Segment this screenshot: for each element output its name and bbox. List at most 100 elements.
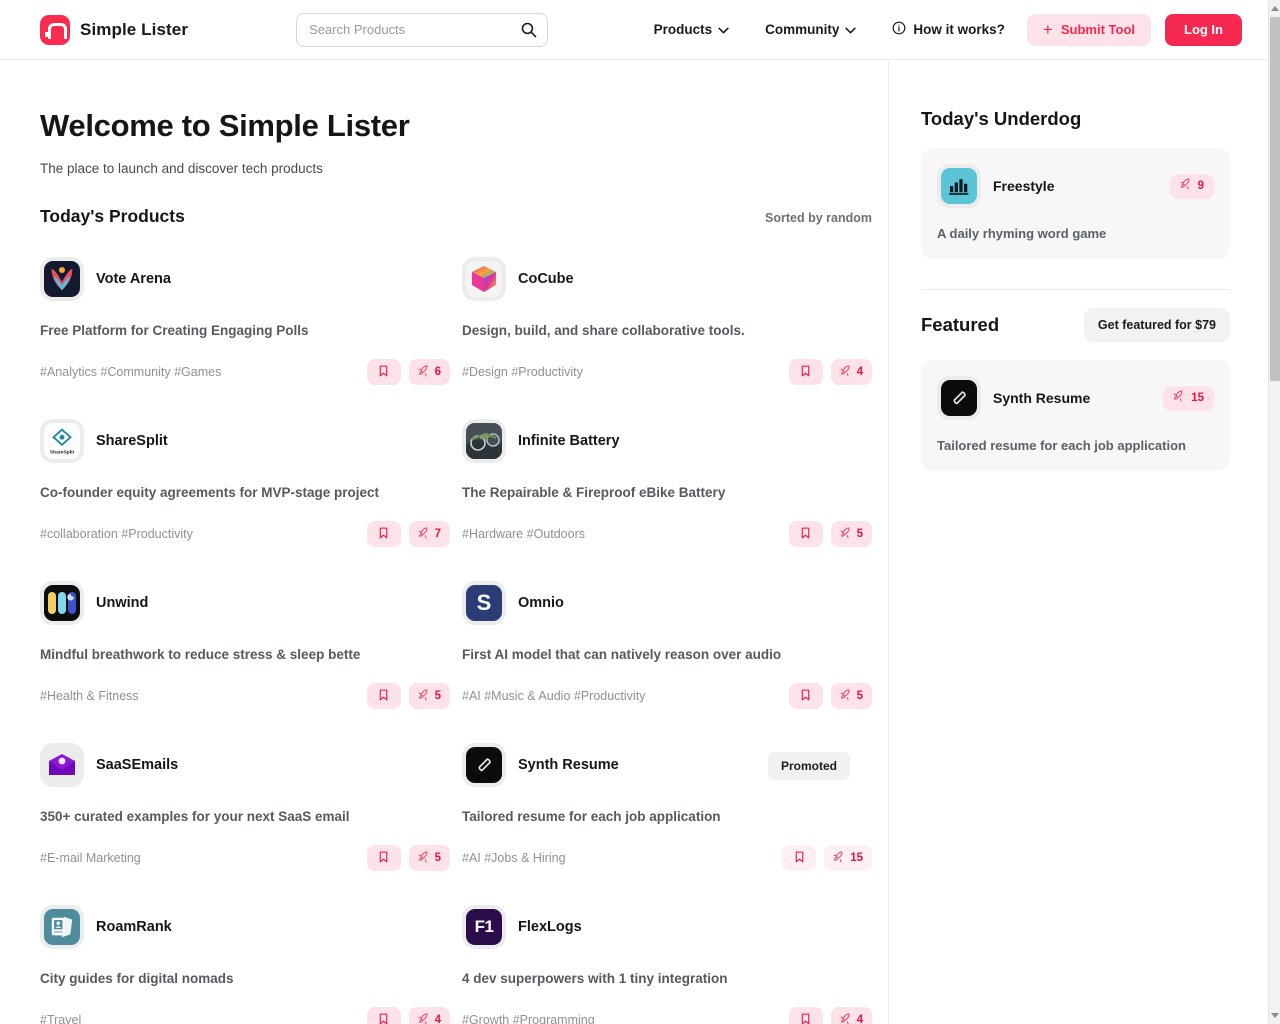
bookmark-button[interactable] bbox=[366, 845, 401, 871]
product-tags: #AI #Music & Audio #Productivity bbox=[462, 689, 646, 703]
product-name: Synth Resume bbox=[518, 757, 619, 773]
sort-label[interactable]: Sorted by random bbox=[765, 211, 872, 225]
product-actions: 5 bbox=[788, 521, 872, 547]
search-box[interactable] bbox=[296, 12, 549, 47]
nav-how-it-works[interactable]: How it works? bbox=[874, 21, 1027, 38]
upvote-count: 4 bbox=[856, 366, 863, 378]
upvote-button[interactable]: 4 bbox=[408, 1007, 450, 1024]
upvote-count: 15 bbox=[850, 852, 863, 864]
product-card-footer: #AI #Jobs & Hiring 15 bbox=[462, 845, 872, 871]
featured-card[interactable]: Synth Resume 15 Tailored resume for each… bbox=[921, 360, 1230, 471]
synth-resume-icon bbox=[462, 743, 506, 787]
product-card-header: Unwind bbox=[40, 581, 450, 625]
page-body: Welcome to Simple Lister The place to la… bbox=[0, 60, 1270, 1024]
product-card-footer: #collaboration #Productivity 7 bbox=[40, 521, 450, 547]
bookmark-icon bbox=[377, 1012, 390, 1024]
bookmark-button[interactable] bbox=[366, 1007, 401, 1024]
submit-tool-label: Submit Tool bbox=[1060, 22, 1135, 37]
product-tagline: 350+ curated examples for your next SaaS… bbox=[40, 809, 350, 824]
scroll-down-arrow-icon[interactable] bbox=[1271, 1013, 1279, 1018]
brand-logo[interactable]: Simple Lister bbox=[40, 14, 188, 45]
bookmark-button[interactable] bbox=[366, 359, 401, 385]
page-title: Welcome to Simple Lister bbox=[40, 108, 410, 143]
search-icon[interactable] bbox=[520, 21, 537, 38]
upvote-button[interactable]: 5 bbox=[830, 683, 872, 709]
upvote-button[interactable]: 5 bbox=[408, 683, 450, 709]
upvote-button[interactable]: 15 bbox=[824, 845, 872, 871]
search-input[interactable] bbox=[309, 22, 521, 37]
omnio-icon: S bbox=[462, 581, 506, 625]
product-card[interactable]: Vote Arena Free Platform for Creating En… bbox=[40, 245, 450, 407]
product-card-header: ShareSplit ShareSplit bbox=[40, 419, 450, 463]
product-name: RoamRank bbox=[96, 919, 172, 935]
product-card[interactable]: S Omnio First AI model that can natively… bbox=[462, 569, 872, 731]
vote-arena-icon bbox=[40, 257, 84, 301]
upvote-button[interactable]: 4 bbox=[830, 359, 872, 385]
sharesplit-icon: ShareSplit bbox=[40, 419, 84, 463]
saasemails-icon bbox=[40, 743, 84, 787]
product-card[interactable]: SaaSEmails 350+ curated examples for you… bbox=[40, 731, 450, 893]
freestyle-icon bbox=[937, 164, 981, 208]
product-tagline: First AI model that can natively reason … bbox=[462, 647, 782, 662]
product-actions: 6 bbox=[366, 359, 450, 385]
scrollbar-thumb[interactable] bbox=[1270, 17, 1280, 381]
product-card-header: S Omnio bbox=[462, 581, 872, 625]
nav-products-label: Products bbox=[653, 22, 713, 37]
product-card[interactable]: CoCube Design, build, and share collabor… bbox=[462, 245, 872, 407]
product-card-footer: #Travel 4 bbox=[40, 1007, 450, 1024]
product-card-footer: #Design #Productivity 4 bbox=[462, 359, 872, 385]
flexlogs-icon: F1 bbox=[462, 905, 506, 949]
bookmark-icon bbox=[799, 688, 812, 705]
product-card-footer: #Hardware #Outdoors 5 bbox=[462, 521, 872, 547]
bookmark-button[interactable] bbox=[788, 1007, 823, 1024]
page-scrollbar[interactable] bbox=[1268, 0, 1280, 1024]
main-content: Welcome to Simple Lister The place to la… bbox=[0, 60, 888, 1024]
product-tagline: 4 dev superpowers with 1 tiny integratio… bbox=[462, 971, 728, 986]
upvote-button[interactable]: 4 bbox=[830, 1007, 872, 1024]
bookmark-button[interactable] bbox=[366, 521, 401, 547]
scroll-up-arrow-icon[interactable] bbox=[1271, 6, 1279, 11]
upvote-button[interactable]: 5 bbox=[408, 845, 450, 871]
login-button[interactable]: Log In bbox=[1165, 13, 1242, 46]
product-card[interactable]: Unwind Mindful breathwork to reduce stre… bbox=[40, 569, 450, 731]
product-actions: 5 bbox=[366, 845, 450, 871]
chevron-down-icon bbox=[845, 22, 857, 37]
product-tags: #Design #Productivity bbox=[462, 365, 583, 379]
rocket-icon bbox=[418, 850, 431, 866]
nav-community[interactable]: Community bbox=[747, 22, 874, 37]
product-tags: #collaboration #Productivity bbox=[40, 527, 193, 541]
bookmark-icon bbox=[377, 364, 390, 381]
product-card-footer: #AI #Music & Audio #Productivity 5 bbox=[462, 683, 872, 709]
product-card[interactable]: Synth Resume Promoted Tailored resume fo… bbox=[462, 731, 872, 893]
bookmark-button[interactable] bbox=[788, 359, 823, 385]
submit-tool-button[interactable]: + Submit Tool bbox=[1026, 13, 1151, 46]
rocket-icon bbox=[840, 526, 853, 542]
product-name: Vote Arena bbox=[96, 271, 171, 287]
bookmark-button[interactable] bbox=[788, 521, 823, 547]
product-card-header: CoCube bbox=[462, 257, 872, 301]
featured-upvote-badge[interactable]: 15 bbox=[1163, 385, 1214, 411]
bookmark-button[interactable] bbox=[788, 683, 823, 709]
underdog-card[interactable]: Freestyle 9 A daily rhyming word game bbox=[921, 148, 1230, 259]
rocket-icon bbox=[840, 688, 853, 704]
bookmark-button[interactable] bbox=[782, 845, 817, 871]
upvote-button[interactable]: 5 bbox=[830, 521, 872, 547]
bookmark-button[interactable] bbox=[366, 683, 401, 709]
product-card[interactable]: F1 FlexLogs 4 dev superpowers with 1 tin… bbox=[462, 893, 872, 1024]
upvote-button[interactable]: 6 bbox=[408, 359, 450, 385]
product-card[interactable]: ShareSplit ShareSplit Co-founder equity … bbox=[40, 407, 450, 569]
upvote-count: 6 bbox=[434, 366, 441, 378]
underdog-title: Today's Underdog bbox=[921, 108, 1082, 129]
product-card[interactable]: Infinite Battery The Repairable & Firepr… bbox=[462, 407, 872, 569]
svg-text:ShareSplit: ShareSplit bbox=[50, 449, 75, 455]
underdog-upvote-badge[interactable]: 9 bbox=[1169, 173, 1214, 199]
upvote-button[interactable]: 7 bbox=[408, 521, 450, 547]
product-tagline: Free Platform for Creating Engaging Poll… bbox=[40, 323, 309, 338]
cocube-icon bbox=[462, 257, 506, 301]
featured-desc: Tailored resume for each job application bbox=[937, 438, 1186, 453]
product-card[interactable]: RoamRank City guides for digital nomads … bbox=[40, 893, 450, 1024]
product-card-footer: #Health & Fitness 5 bbox=[40, 683, 450, 709]
nav-products[interactable]: Products bbox=[636, 22, 748, 37]
get-featured-button[interactable]: Get featured for $79 bbox=[1083, 308, 1230, 342]
product-tagline: Mindful breathwork to reduce stress & sl… bbox=[40, 647, 361, 662]
